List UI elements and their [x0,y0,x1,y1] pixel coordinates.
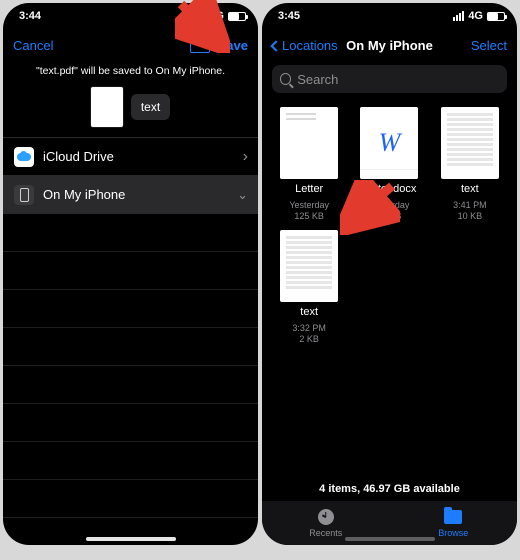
battery-icon [487,12,505,21]
chevron-left-icon [270,40,281,51]
file-item-text-2[interactable]: text 3:32 PM2 KB [272,230,346,345]
file-thumbnail [441,107,499,179]
tab-label: Browse [438,528,468,538]
file-item-letter[interactable]: Letter Yesterday125 KB [272,107,346,222]
file-meta: Yesterday11 KB [370,200,410,222]
empty-rows [3,213,258,518]
search-input[interactable] [297,72,499,87]
home-indicator [86,537,176,541]
file-name: Letter.docx [363,183,417,196]
clock-icon [318,509,334,525]
status-time: 3:44 [19,10,41,22]
storage-summary: 4 items, 46.97 GB available [262,477,517,501]
file-name: Letter [295,183,323,196]
screenshot-files-browse: 3:45 4G Locations On My iPhone Select Le… [262,3,517,545]
file-meta: Yesterday125 KB [289,200,329,222]
search-field[interactable] [272,65,507,93]
location-on-my-iphone[interactable]: On My iPhone ⌄ [3,175,258,213]
location-label: On My iPhone [43,187,125,202]
screenshot-save-sheet: 3:44 4G Cancel Save "text.pdf" will be s… [3,3,258,545]
file-name: text [300,306,318,319]
home-indicator [345,537,435,541]
nav-bar: Locations On My iPhone Select [262,29,517,61]
save-hint: "text.pdf" will be saved to On My iPhone… [3,61,258,81]
folder-icon [444,510,462,524]
file-grid: Letter Yesterday125 KB W Letter.docx Yes… [262,101,517,345]
battery-icon [228,12,246,21]
search-icon [280,73,291,85]
network-label: 4G [209,10,224,22]
select-button[interactable]: Select [471,38,507,53]
icloud-icon [14,147,34,167]
nav-bar: Cancel Save [3,29,258,61]
file-thumbnail [91,87,123,127]
signal-icon [194,11,205,21]
chevron-right-icon: › [243,148,248,166]
back-button[interactable]: Locations [272,38,338,53]
file-item-text-1[interactable]: text 3:41 PM10 KB [433,107,507,222]
status-bar: 3:45 4G [262,3,517,29]
file-thumbnail [280,107,338,179]
iphone-icon [14,185,34,205]
new-folder-icon[interactable] [190,37,210,53]
file-meta: 3:41 PM10 KB [453,200,487,222]
location-icloud-drive[interactable]: iCloud Drive › [3,137,258,175]
network-label: 4G [468,10,483,22]
tab-label: Recents [309,528,342,538]
file-meta: 3:32 PM2 KB [292,323,326,345]
file-name: text [461,183,479,196]
save-button[interactable]: Save [218,38,248,53]
cancel-button[interactable]: Cancel [13,38,53,53]
file-preview: text [3,87,258,127]
chevron-down-icon: ⌄ [237,187,248,203]
file-name-chip[interactable]: text [131,94,170,120]
location-label: iCloud Drive [43,149,114,164]
back-label: Locations [282,38,338,53]
status-time: 3:45 [278,10,300,22]
file-thumbnail: W [360,107,418,179]
signal-icon [453,11,464,21]
file-item-letter-docx[interactable]: W Letter.docx Yesterday11 KB [352,107,426,222]
file-thumbnail [280,230,338,302]
status-bar: 3:44 4G [3,3,258,29]
